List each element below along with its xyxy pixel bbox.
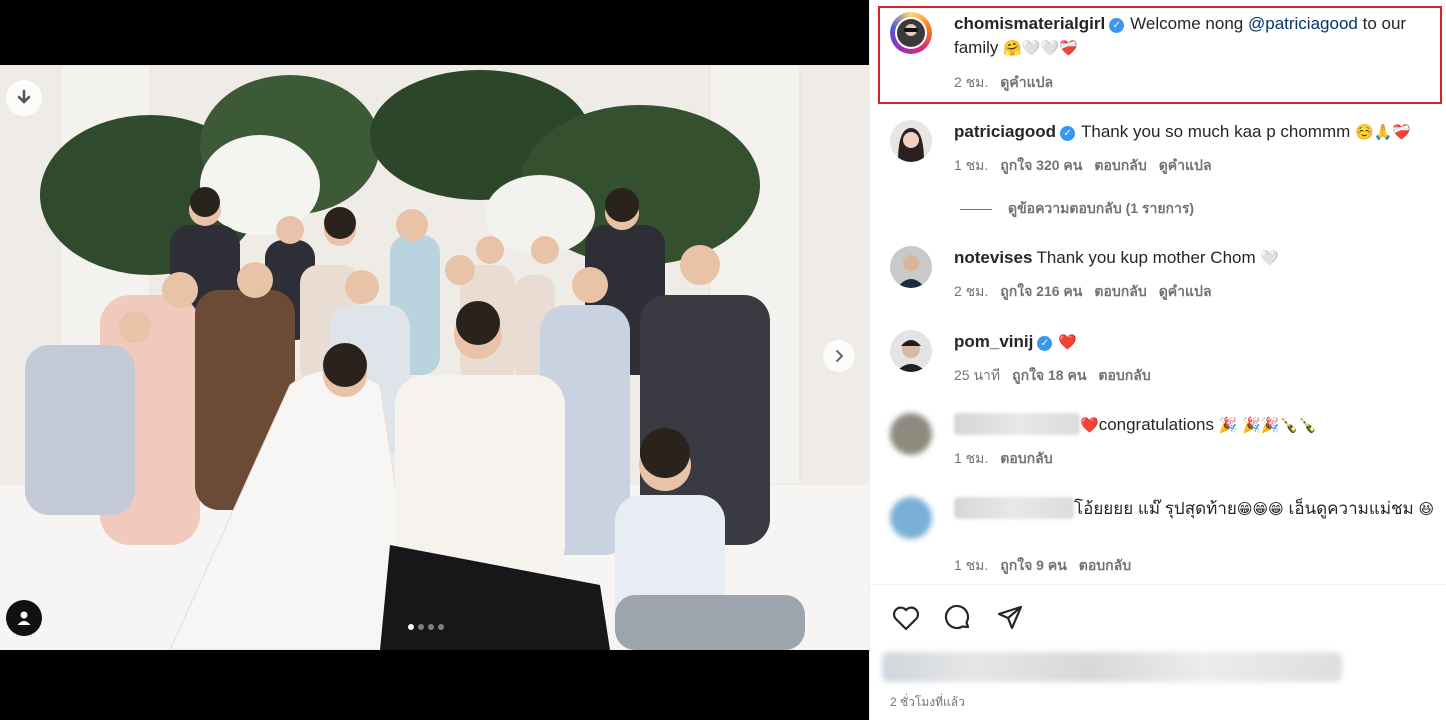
avatar[interactable] — [890, 497, 932, 539]
comment-emoji: ☺️🙏❤️‍🩹 — [1355, 123, 1412, 141]
comment-emoji-prefix: ❤️ — [1080, 416, 1099, 434]
reply-button[interactable]: ตอบกลับ — [1000, 448, 1052, 470]
comment-emoji: 🤍 — [1260, 249, 1280, 267]
comment-item: patriciagood ✓ Thank you so much kaa p cho… — [890, 120, 1440, 180]
carousel-indicator — [408, 624, 444, 630]
comment-emoji: ❤️ — [1058, 333, 1078, 351]
avatar-image — [890, 120, 932, 162]
blurred-likes-summary — [882, 652, 1342, 682]
verified-icon: ✓ — [1037, 336, 1053, 351]
comment-time[interactable]: 1 ชม. — [954, 448, 988, 470]
comment-meta: 25 นาที ถูกใจ 18 คน ตอบกลับ — [954, 365, 1151, 387]
carousel-dot — [428, 624, 434, 630]
user-tag-icon — [17, 611, 31, 625]
comment-time[interactable]: 25 นาที — [954, 365, 1000, 387]
comment-item: notevises Thank you kup mother Chom 🤍 2 ช… — [890, 246, 1440, 306]
avatar[interactable] — [890, 12, 932, 54]
post-actions — [890, 602, 1026, 634]
view-replies-button[interactable]: ดูข้อความตอบกลับ (1 รายการ) — [960, 198, 1194, 220]
comment-text: โอ้ยยยย แม๊ รุปสุดท้าย😁😁😁 เอ็นดูความแม่ช… — [954, 497, 1440, 521]
caption-prefix: Welcome nong — [1130, 14, 1248, 33]
avatar-image — [890, 246, 932, 288]
comment-text: notevises Thank you kup mother Chom 🤍 — [954, 246, 1440, 270]
comment-likes[interactable]: ถูกใจ 9 คน — [1000, 555, 1067, 577]
comment-time[interactable]: 2 ชม. — [954, 281, 988, 303]
post-caption: chomismaterialgirl ✓ Welcome nong @patrici… — [890, 12, 1440, 96]
comment-body: congratulations — [1098, 415, 1214, 434]
avatar[interactable] — [890, 330, 932, 372]
comments-panel: chomismaterialgirl ✓ Welcome nong @patrici… — [869, 0, 1446, 720]
caption-translate-link[interactable]: ดูคำแปล — [1000, 72, 1053, 94]
comment-body: Thank you so much kaa p chommm — [1081, 122, 1351, 141]
comment-time[interactable]: 1 ชม. — [954, 155, 988, 177]
caption-mention[interactable]: @patriciagood — [1248, 14, 1358, 33]
comment-body: โอ้ยยยย แม๊ รุปสุดท้าย — [1074, 499, 1237, 518]
comment-text: ❤️congratulations 🎉 🎉🎉🍾🍾 — [954, 413, 1440, 437]
post-photo[interactable] — [0, 65, 869, 650]
comment-body-2: เอ็นดูความแม่ชม — [1283, 499, 1414, 518]
download-icon — [17, 89, 31, 104]
avatar-image — [895, 17, 927, 49]
caption-username[interactable]: chomismaterialgirl — [954, 14, 1105, 33]
caption-text: chomismaterialgirl ✓ Welcome nong @patrici… — [954, 12, 1440, 60]
avatar[interactable] — [890, 413, 932, 455]
comment-meta: 1 ชม. ตอบกลับ — [954, 448, 1053, 470]
reply-button[interactable]: ตอบกลับ — [1079, 555, 1131, 577]
comment-meta: 1 ชม. ถูกใจ 9 คน ตอบกลับ — [954, 555, 1131, 577]
comment-item: pom_vinij ✓ ❤️ 25 นาที ถูกใจ 18 คน ตอบกลับ — [890, 330, 1440, 390]
comment-text: pom_vinij ✓ ❤️ — [954, 330, 1440, 354]
instagram-post-view: chomismaterialgirl ✓ Welcome nong @patrici… — [0, 0, 1446, 720]
comment-item: โอ้ยยยย แม๊ รุปสุดท้าย😁😁😁 เอ็นดูความแม่ช… — [890, 497, 1440, 577]
reply-button[interactable]: ตอบกลับ — [1094, 155, 1146, 177]
avatar[interactable] — [890, 120, 932, 162]
user-tag-button[interactable] — [6, 600, 42, 636]
wedding-photo-illustration — [0, 65, 869, 650]
post-timestamp: 2 ชั่วโมงที่แล้ว — [890, 695, 965, 709]
action-divider — [870, 584, 1446, 585]
translate-link[interactable]: ดูคำแปล — [1159, 281, 1212, 303]
verified-icon: ✓ — [1060, 126, 1076, 141]
comment-username[interactable]: notevises — [954, 248, 1032, 267]
comment-emoji: 😁😁😁 — [1236, 500, 1284, 518]
avatar[interactable] — [890, 246, 932, 288]
download-button[interactable] — [6, 80, 42, 116]
reply-button[interactable]: ตอบกลับ — [1098, 365, 1150, 387]
view-replies-label: ดูข้อความตอบกลับ (1 รายการ) — [1008, 200, 1195, 216]
comment-time[interactable]: 1 ชม. — [954, 555, 988, 577]
post-media-panel — [0, 0, 869, 720]
comment-button[interactable] — [942, 602, 974, 634]
comment-username[interactable]: pom_vinij — [954, 332, 1033, 351]
verified-icon: ✓ — [1109, 18, 1125, 33]
comment-meta: 2 ชม. ถูกใจ 216 คน ตอบกลับ ดูคำแปล — [954, 281, 1212, 303]
comment-likes[interactable]: ถูกใจ 18 คน — [1012, 365, 1086, 387]
replies-divider-line — [960, 208, 992, 210]
caption-time[interactable]: 2 ชม. — [954, 72, 988, 94]
comment-likes[interactable]: ถูกใจ 216 คน — [1000, 281, 1082, 303]
comment-username[interactable]: patriciagood — [954, 122, 1056, 141]
comment-text: patriciagood ✓ Thank you so much kaa p cho… — [954, 120, 1440, 144]
comment-emoji-2: 😆 — [1418, 500, 1435, 518]
share-button[interactable] — [994, 602, 1026, 634]
comment-likes[interactable]: ถูกใจ 320 คน — [1000, 155, 1082, 177]
next-slide-button[interactable] — [823, 340, 855, 372]
share-icon — [997, 605, 1023, 630]
heart-icon — [892, 606, 920, 631]
carousel-dot — [438, 624, 444, 630]
chevron-right-icon — [836, 350, 844, 362]
comment-icon — [944, 604, 970, 630]
reply-button[interactable]: ตอบกลับ — [1094, 281, 1146, 303]
translate-link[interactable]: ดูคำแปล — [1159, 155, 1212, 177]
caption-emoji: 🤗🤍🤍❤️‍🩹 — [1003, 39, 1078, 57]
comment-emoji: 🎉 🎉🎉🍾🍾 — [1218, 416, 1317, 434]
blurred-username — [954, 497, 1074, 519]
comment-item: ❤️congratulations 🎉 🎉🎉🍾🍾 1 ชม. ตอบกลับ — [890, 413, 1440, 473]
like-button[interactable] — [890, 602, 922, 634]
avatar-image — [890, 330, 932, 372]
carousel-dot — [408, 624, 414, 630]
comment-body: Thank you kup mother Chom — [1036, 248, 1256, 267]
caption-meta: 2 ชม. ดูคำแปล — [954, 72, 1053, 94]
blurred-username — [954, 413, 1080, 435]
comment-meta: 1 ชม. ถูกใจ 320 คน ตอบกลับ ดูคำแปล — [954, 155, 1212, 177]
carousel-dot — [418, 624, 424, 630]
